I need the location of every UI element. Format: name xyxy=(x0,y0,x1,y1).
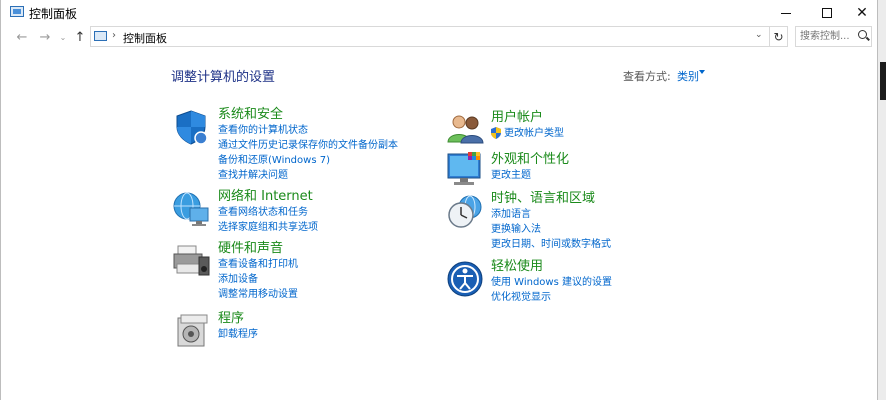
ease-of-access-icon[interactable] xyxy=(446,260,484,298)
link-use-recommended-settings[interactable]: 使用 Windows 建议的设置 xyxy=(491,275,612,290)
category-ease-of-access: 轻松使用 使用 Windows 建议的设置 优化视觉显示 xyxy=(491,258,612,305)
network-globe-icon[interactable] xyxy=(172,190,210,228)
uac-shield-icon xyxy=(491,127,501,139)
link-change-account-type-label: 更改帐户类型 xyxy=(504,128,564,139)
link-change-account-type[interactable]: 更改帐户类型 xyxy=(491,126,564,141)
link-file-history-backup[interactable]: 通过文件历史记录保存你的文件备份副本 xyxy=(218,138,398,153)
link-backup-restore-windows7[interactable]: 备份和还原(Windows 7) xyxy=(218,153,398,168)
category-title-system-security[interactable]: 系统和安全 xyxy=(218,106,398,123)
category-title-programs[interactable]: 程序 xyxy=(218,310,258,327)
category-user-accounts: 用户帐户 更改帐户类型 xyxy=(491,109,564,141)
printer-speaker-icon[interactable] xyxy=(172,242,210,280)
link-view-network-status[interactable]: 查看网络状态和任务 xyxy=(218,205,318,220)
link-troubleshoot[interactable]: 查找并解决问题 xyxy=(218,168,398,183)
up-button[interactable]: ↑ xyxy=(71,28,89,46)
category-clock-language-region: 时钟、语言和区域 添加语言 更换输入法 更改日期、时间或数字格式 xyxy=(491,190,611,252)
clock-globe-icon[interactable] xyxy=(446,193,484,231)
up-arrow-icon: ↑ xyxy=(74,29,86,45)
category-appearance-personalization: 外观和个性化 更改主题 xyxy=(491,151,569,183)
users-icon[interactable] xyxy=(446,110,484,148)
refresh-button[interactable]: ↻ xyxy=(770,26,788,47)
link-view-computer-status[interactable]: 查看你的计算机状态 xyxy=(218,123,398,138)
category-hardware-sound: 硬件和声音 查看设备和打印机 添加设备 调整常用移动设置 xyxy=(218,240,298,302)
page-title: 调整计算机的设置 xyxy=(171,70,276,85)
category-title-user-accounts[interactable]: 用户帐户 xyxy=(491,109,564,126)
chevron-down-icon: ⌄ xyxy=(59,32,67,42)
monitor-palette-icon[interactable] xyxy=(446,150,484,188)
search-box[interactable] xyxy=(795,26,872,47)
category-title-hardware-sound[interactable]: 硬件和声音 xyxy=(218,240,298,257)
link-optimize-visual-display[interactable]: 优化视觉显示 xyxy=(491,290,612,305)
back-arrow-icon: ← xyxy=(16,29,28,45)
link-add-language[interactable]: 添加语言 xyxy=(491,207,611,222)
shield-icon[interactable] xyxy=(172,108,210,146)
view-by-dropdown[interactable]: 类别 xyxy=(677,68,699,84)
maximize-icon xyxy=(822,8,832,18)
back-button[interactable]: ← xyxy=(13,28,31,46)
link-change-theme[interactable]: 更改主题 xyxy=(491,168,569,183)
control-panel-window: 控制面板 ✕ ← → ⌄ ↑ › 控制面板 ⌄ ↻ 调整计算机的设置 查看方式:… xyxy=(0,0,878,400)
recent-locations-button[interactable]: ⌄ xyxy=(54,28,72,46)
window-title: 控制面板 xyxy=(29,7,78,21)
link-change-input-method[interactable]: 更换输入法 xyxy=(491,222,611,237)
link-add-device[interactable]: 添加设备 xyxy=(218,272,298,287)
link-uninstall-program[interactable]: 卸载程序 xyxy=(218,327,258,342)
refresh-icon: ↻ xyxy=(773,29,784,44)
control-panel-location-icon xyxy=(94,31,107,41)
programs-icon[interactable] xyxy=(174,312,212,350)
link-change-date-time-format[interactable]: 更改日期、时间或数字格式 xyxy=(491,237,611,252)
forward-button[interactable]: → xyxy=(36,28,54,46)
view-by-label: 查看方式: xyxy=(623,70,671,83)
category-programs: 程序 卸载程序 xyxy=(218,310,258,342)
category-title-ease-of-access[interactable]: 轻松使用 xyxy=(491,258,612,275)
category-title-network-internet[interactable]: 网络和 Internet xyxy=(218,188,318,205)
view-by-chevron-icon[interactable] xyxy=(699,70,705,74)
minimize-icon xyxy=(781,12,791,14)
category-network-internet: 网络和 Internet 查看网络状态和任务 选择家庭组和共享选项 xyxy=(218,188,318,235)
category-system-security: 系统和安全 查看你的计算机状态 通过文件历史记录保存你的文件备份副本 备份和还原… xyxy=(218,106,398,183)
address-dropdown-icon[interactable]: ⌄ xyxy=(755,30,763,40)
background-edge xyxy=(878,0,886,400)
search-input[interactable] xyxy=(800,29,858,44)
link-devices-printers[interactable]: 查看设备和打印机 xyxy=(218,257,298,272)
navigation-bar: ← → ⌄ ↑ › 控制面板 ⌄ ↻ xyxy=(1,26,877,48)
minimize-button[interactable] xyxy=(763,0,809,26)
link-mobility-settings[interactable]: 调整常用移动设置 xyxy=(218,287,298,302)
link-homegroup-sharing[interactable]: 选择家庭组和共享选项 xyxy=(218,220,318,235)
category-title-appearance[interactable]: 外观和个性化 xyxy=(491,151,569,168)
background-dark-strip xyxy=(880,62,886,100)
category-title-clock-language[interactable]: 时钟、语言和区域 xyxy=(491,190,611,207)
search-icon[interactable] xyxy=(858,30,867,39)
breadcrumb-control-panel[interactable]: 控制面板 xyxy=(123,30,167,46)
title-bar[interactable]: 控制面板 ✕ xyxy=(1,0,877,26)
control-panel-app-icon xyxy=(10,6,24,17)
breadcrumb-separator-icon[interactable]: › xyxy=(112,30,116,41)
close-icon: ✕ xyxy=(856,5,868,21)
forward-arrow-icon: → xyxy=(39,29,51,45)
address-bar[interactable]: › 控制面板 ⌄ xyxy=(90,26,770,47)
